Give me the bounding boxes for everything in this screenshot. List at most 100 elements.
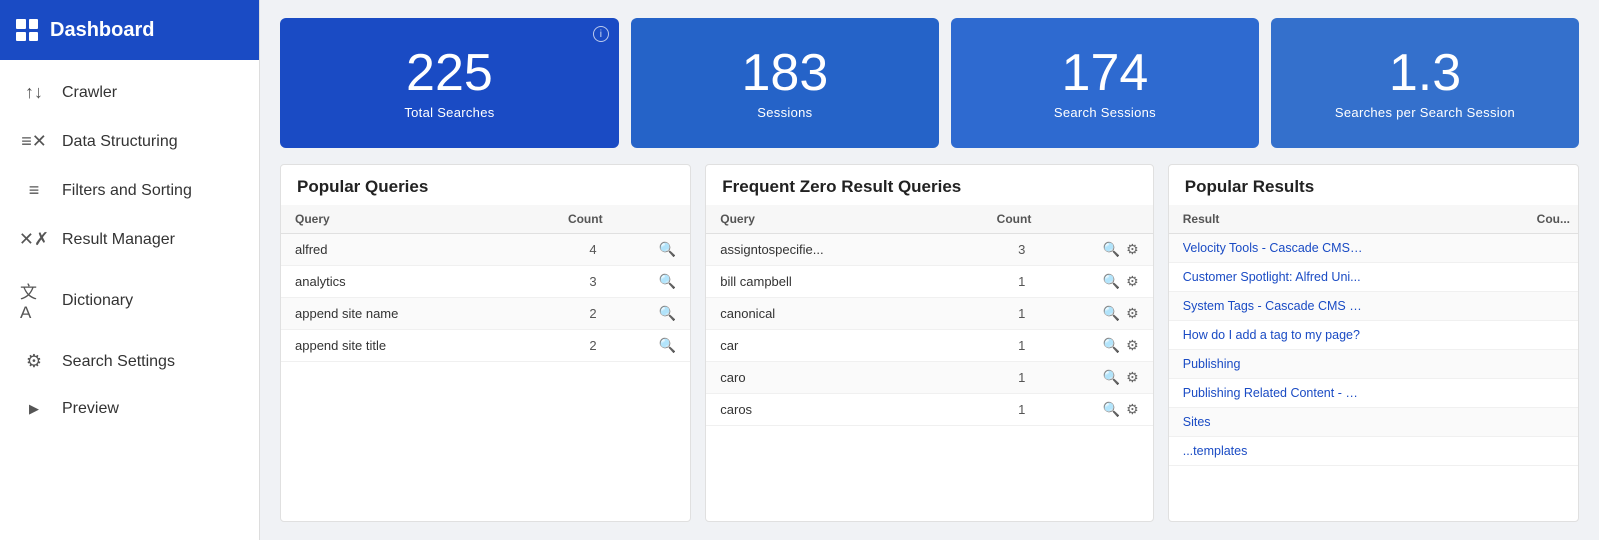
table-row: System Tags - Cascade CMS K... (1169, 292, 1578, 321)
result-cell: Customer Spotlight: Alfred Uni... (1169, 263, 1492, 292)
stat-number-total-searches: 225 (406, 47, 493, 99)
count-cell (1492, 263, 1578, 292)
search-icon[interactable]: 🔍 (659, 337, 676, 354)
popular-queries-table: Query Count alfred 4 🔍 analytics 3 🔍 (281, 205, 690, 362)
popular-queries-panel: Popular Queries Query Count alfred 4 🔍 (280, 164, 691, 522)
sidebar-item-dictionary[interactable]: 文A Dictionary (0, 264, 259, 337)
query-cell: caro (706, 362, 939, 394)
main-content: i 225 Total Searches 183 Sessions 174 Se… (260, 0, 1599, 540)
stat-number-sessions: 183 (742, 47, 829, 99)
sidebar-item-filters-sorting-label: Filters and Sorting (62, 182, 192, 200)
actions-cell: 🔍 ⚙ (1039, 266, 1152, 298)
table-row: Customer Spotlight: Alfred Uni... (1169, 263, 1578, 292)
count-cell: 2 (511, 298, 610, 330)
result-cell: How do I add a tag to my page? (1169, 321, 1492, 350)
popular-queries-actions-col-header (611, 205, 691, 234)
zero-results-title: Frequent Zero Result Queries (706, 165, 1152, 205)
count-cell: 1 (939, 266, 1039, 298)
result-link[interactable]: System Tags - Cascade CMS K... (1183, 299, 1363, 313)
result-link[interactable]: Publishing (1183, 357, 1363, 371)
search-icon[interactable]: 🔍 (659, 305, 676, 322)
tables-row: Popular Queries Query Count alfred 4 🔍 (280, 164, 1579, 522)
result-link[interactable]: Publishing Related Content - Ca... (1183, 386, 1363, 400)
search-icon[interactable]: 🔍 (1103, 369, 1120, 386)
zero-results-panel: Frequent Zero Result Queries Query Count… (705, 164, 1153, 522)
table-row: Velocity Tools - Cascade CMS ... (1169, 234, 1578, 263)
actions-cell: 🔍 (611, 330, 691, 362)
actions-cell: 🔍 ⚙ (1039, 362, 1152, 394)
info-icon[interactable]: i (593, 26, 609, 42)
sidebar-item-data-structuring-label: Data Structuring (62, 133, 178, 151)
gear-icon[interactable]: ⚙ (1126, 241, 1139, 258)
actions-cell: 🔍 ⚙ (1039, 298, 1152, 330)
table-row: ...templates (1169, 437, 1578, 466)
result-link[interactable]: Sites (1183, 415, 1363, 429)
sidebar-item-search-settings[interactable]: ⚙ Search Settings (0, 337, 259, 386)
search-icon[interactable]: 🔍 (1103, 273, 1120, 290)
preview-icon: ▶ (20, 401, 48, 417)
sidebar-item-crawler-label: Crawler (62, 84, 117, 102)
result-cell: Velocity Tools - Cascade CMS ... (1169, 234, 1492, 263)
search-icon[interactable]: 🔍 (1103, 305, 1120, 322)
table-row: canonical 1 🔍 ⚙ (706, 298, 1152, 330)
stat-label-total-searches: Total Searches (404, 105, 494, 120)
sidebar-item-result-manager[interactable]: ✕✗ Result Manager (0, 215, 259, 264)
popular-results-panel: Popular Results Result Cou... Velocity T… (1168, 164, 1579, 522)
gear-icon[interactable]: ⚙ (1126, 337, 1139, 354)
popular-results-table: Result Cou... Velocity Tools - Cascade C… (1169, 205, 1578, 466)
search-icon[interactable]: 🔍 (659, 241, 676, 258)
table-row: How do I add a tag to my page? (1169, 321, 1578, 350)
count-cell (1492, 234, 1578, 263)
result-cell: Publishing Related Content - Ca... (1169, 379, 1492, 408)
query-cell: analytics (281, 266, 511, 298)
stat-label-search-sessions: Search Sessions (1054, 105, 1156, 120)
actions-cell: 🔍 ⚙ (1039, 394, 1152, 426)
sidebar-item-filters-sorting[interactable]: ≡ Filters and Sorting (0, 166, 259, 215)
sidebar-item-result-manager-label: Result Manager (62, 231, 175, 249)
count-cell: 4 (511, 234, 610, 266)
count-cell (1492, 321, 1578, 350)
result-cell: Publishing (1169, 350, 1492, 379)
popular-queries-title: Popular Queries (281, 165, 690, 205)
result-link[interactable]: Customer Spotlight: Alfred Uni... (1183, 270, 1363, 284)
search-icon[interactable]: 🔍 (1103, 241, 1120, 258)
search-icon[interactable]: 🔍 (1103, 337, 1120, 354)
table-row: Publishing Related Content - Ca... (1169, 379, 1578, 408)
gear-icon[interactable]: ⚙ (1126, 401, 1139, 418)
app-title: Dashboard (50, 19, 154, 42)
search-icon[interactable]: 🔍 (1103, 401, 1120, 418)
sidebar-item-data-structuring[interactable]: ≡✕ Data Structuring (0, 117, 259, 166)
popular-queries-count-col-header: Count (511, 205, 610, 234)
filters-icon: ≡ (20, 180, 48, 201)
dictionary-icon: 文A (20, 278, 48, 323)
table-row: Sites (1169, 408, 1578, 437)
sidebar-item-crawler[interactable]: ↑↓ Crawler (0, 68, 259, 117)
sidebar-item-dictionary-label: Dictionary (62, 292, 133, 310)
gear-icon[interactable]: ⚙ (1126, 273, 1139, 290)
gear-icon[interactable]: ⚙ (1126, 369, 1139, 386)
actions-cell: 🔍 (611, 266, 691, 298)
actions-cell: 🔍 (611, 298, 691, 330)
count-cell (1492, 350, 1578, 379)
popular-results-result-col-header: Result (1169, 205, 1492, 234)
table-row: analytics 3 🔍 (281, 266, 690, 298)
query-cell: assigntospecifie... (706, 234, 939, 266)
sidebar-item-preview[interactable]: ▶ Preview (0, 386, 259, 432)
search-icon[interactable]: 🔍 (659, 273, 676, 290)
crawler-icon: ↑↓ (20, 82, 48, 103)
count-cell: 1 (939, 298, 1039, 330)
table-row: bill campbell 1 🔍 ⚙ (706, 266, 1152, 298)
query-cell: append site name (281, 298, 511, 330)
result-link[interactable]: Velocity Tools - Cascade CMS ... (1183, 241, 1363, 255)
sidebar-item-search-settings-label: Search Settings (62, 353, 175, 371)
count-cell (1492, 437, 1578, 466)
gear-icon[interactable]: ⚙ (1126, 305, 1139, 322)
search-settings-icon: ⚙ (20, 351, 48, 372)
table-row: alfred 4 🔍 (281, 234, 690, 266)
zero-results-count-col-header: Count (939, 205, 1039, 234)
stat-searches-per-session: 1.3 Searches per Search Session (1271, 18, 1579, 148)
result-link[interactable]: ...templates (1183, 444, 1363, 458)
query-cell: caros (706, 394, 939, 426)
table-row: assigntospecifie... 3 🔍 ⚙ (706, 234, 1152, 266)
result-link[interactable]: How do I add a tag to my page? (1183, 328, 1363, 342)
